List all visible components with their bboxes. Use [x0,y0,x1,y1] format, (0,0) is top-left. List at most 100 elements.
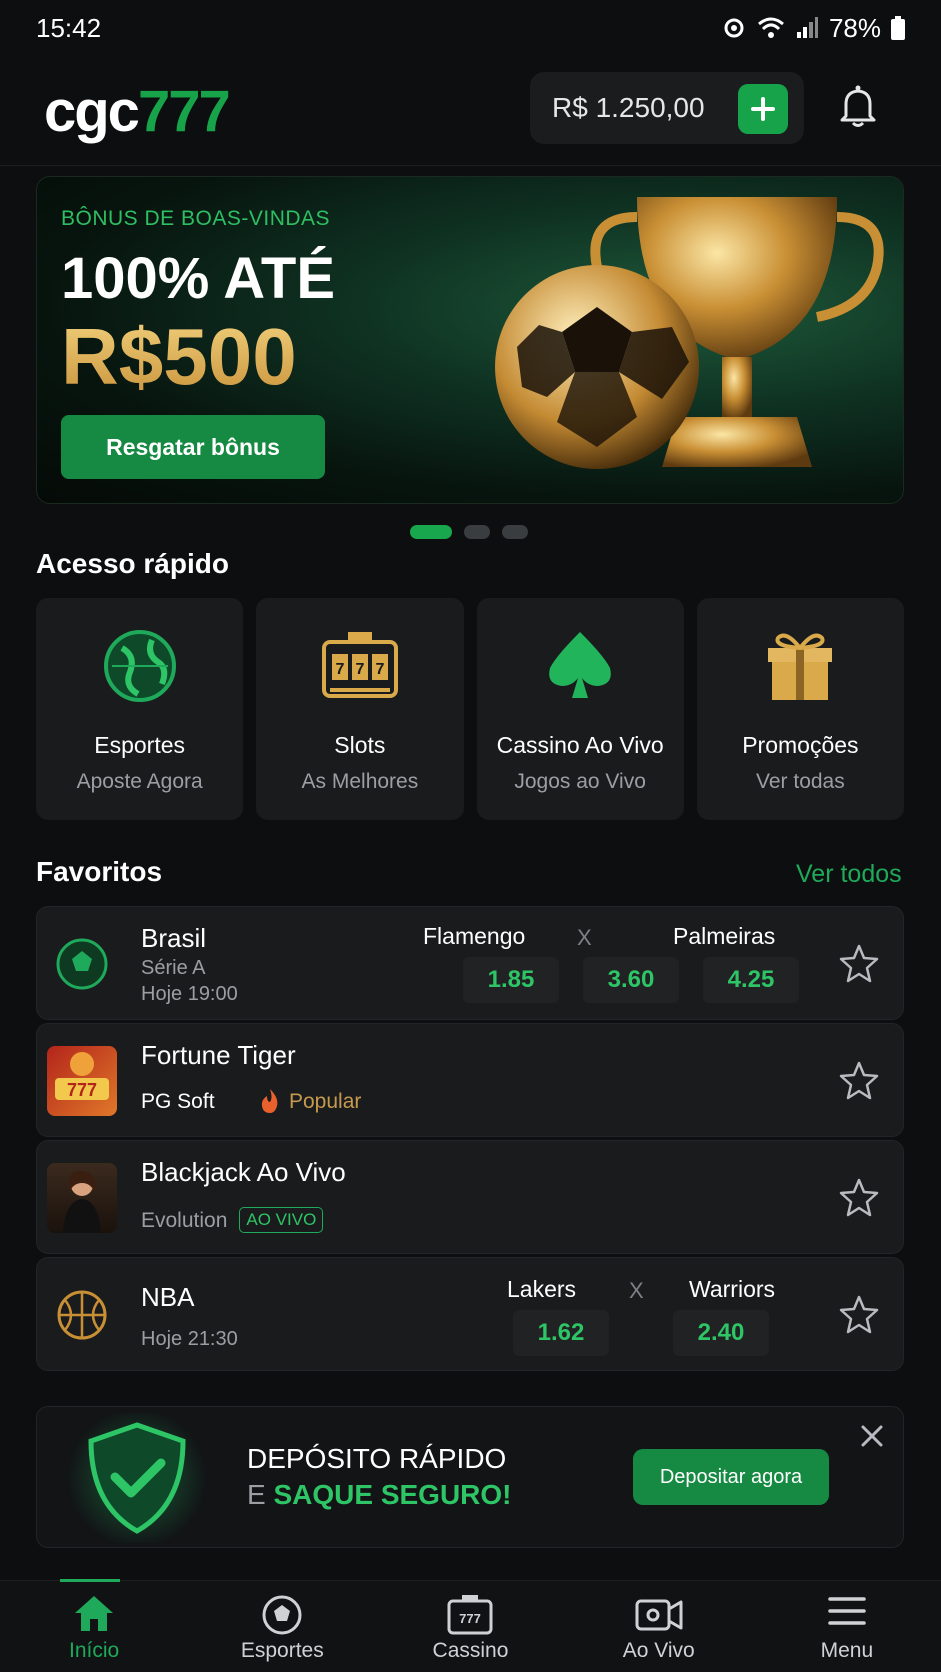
banner-headline: 100% ATÉ [61,246,335,311]
favorite-provider: Evolution [141,1209,228,1232]
promo-line1: DEPÓSITO RÁPIDO [247,1443,507,1474]
away-team: Palmeiras [673,923,776,949]
home-team: Lakers [507,1276,577,1302]
carousel-dot[interactable] [464,525,490,539]
quick-access-grid: Esportes Aposte Agora 777 Slots As Melho… [36,598,904,820]
favorite-time: Hoje 19:00 [141,983,238,1005]
favorite-item-blackjack[interactable]: Blackjack Ao Vivo Evolution AO VIVO [36,1140,904,1254]
home-team: Flamengo [423,923,526,949]
nav-menu[interactable]: Menu [753,1581,941,1672]
football-thumb [47,929,117,999]
see-all-link[interactable]: Ver todos [796,860,902,889]
nav-ao-vivo[interactable]: Ao Vivo [565,1581,753,1672]
quick-card-title: Esportes [94,732,185,758]
star-icon[interactable] [839,1060,879,1100]
star-icon[interactable] [839,943,879,983]
promo-banner[interactable]: BÔNUS DE BOAS-VINDAS 100% ATÉ R$500 Resg… [36,176,904,504]
basketball-icon [57,1290,107,1340]
svg-text:777: 777 [67,1080,97,1100]
promo-line2-highlight: SAQUE SEGURO! [273,1479,512,1510]
fortune-tiger-game-art: 777 [55,1052,109,1100]
odd-button-home[interactable]: 1.85 [463,957,559,1003]
app-header: cgc777 R$ 1.250,00 [0,60,941,166]
live-badge: AO VIVO [239,1207,324,1233]
quick-card-subtitle: Aposte Agora [76,770,203,793]
odd-button-home[interactable]: 1.62 [513,1310,609,1356]
favorite-item-nba[interactable]: NBA Hoje 21:30 Lakers X Warriors 1.62 2.… [36,1257,904,1371]
quick-card-title: Slots [334,732,386,758]
versus-label: X [629,1278,644,1303]
svg-text:777: 777 [460,1611,482,1626]
odd-button-draw[interactable]: 3.60 [583,957,679,1003]
star-icon[interactable] [839,1177,879,1217]
fire-icon [261,1089,278,1113]
carousel-dot[interactable] [410,525,452,539]
fortune-tiger-thumb: 777 [47,1046,117,1116]
slot-machine-icon: 777 [321,632,398,698]
blackjack-thumb [47,1163,117,1233]
quick-card-promocoes[interactable]: Promoções Ver todas [696,598,904,820]
battery-icon [891,16,905,40]
favorite-provider: PG Soft [141,1090,215,1113]
live-camera-icon [635,1599,683,1631]
balance-amount: R$ 1.250,00 [552,92,705,123]
favorite-name: Fortune Tiger [141,1040,296,1070]
logo[interactable]: cgc777 [44,78,231,145]
gift-icon [768,633,833,700]
wifi-icon [757,17,784,38]
close-icon[interactable] [859,1423,885,1449]
basketball-thumb [47,1280,117,1350]
quick-card-subtitle: As Melhores [301,770,419,793]
favorite-league: Série A [141,957,206,979]
nav-label: Início [68,1639,120,1662]
quick-card-esportes[interactable]: Esportes Aposte Agora [36,598,244,820]
quick-card-slots[interactable]: 777 Slots As Melhores [256,598,464,820]
battery-percent: 78% [828,12,881,43]
quick-access-title: Acesso rápido [36,548,229,579]
signal-icon [796,17,818,38]
quick-card-subtitle: Jogos ao Vivo [514,770,646,793]
nav-esportes[interactable]: Esportes [188,1581,376,1672]
shield-check-icon [67,1413,207,1543]
spade-icon [549,632,611,698]
star-icon[interactable] [839,1294,879,1334]
bottom-navigation: Início Esportes 777 Cassino Ao Vivo Menu [0,1579,941,1672]
trophy-ball-illustration [495,197,884,469]
odd-button-away[interactable]: 2.40 [673,1310,769,1356]
quick-card-subtitle: Ver todas [756,770,845,793]
nav-label: Cassino [432,1639,509,1662]
favorites-title: Favoritos [36,856,163,887]
globe-icon [103,630,176,702]
nav-label: Esportes [240,1639,324,1662]
hamburger-menu-icon [828,1597,866,1625]
carousel-dot[interactable] [502,525,528,539]
vibrate-icon [724,18,744,38]
status-bar: 15:42 78% [0,0,941,56]
favorite-item-fortune-tiger[interactable]: 777 Fortune Tiger PG Soft Popular [36,1023,904,1137]
favorite-name: Brasil [141,923,207,953]
logo-number: 777 [137,79,231,144]
away-team: Warriors [689,1276,776,1302]
popular-tag: Popular [289,1090,362,1113]
quick-card-cassino-ao-vivo[interactable]: Cassino Ao Vivo Jogos ao Vivo [476,598,684,820]
nav-inicio[interactable]: Início [0,1579,188,1672]
favorite-item-brasil[interactable]: Brasil Série A Hoje 19:00 Flamengo X Pal… [36,906,904,1020]
odd-button-away[interactable]: 4.25 [703,957,799,1003]
claim-bonus-button[interactable]: Resgatar bônus [61,415,325,479]
deposit-now-button[interactable]: Depositar agora [633,1449,829,1505]
promo-line2: E SAQUE SEGURO! [247,1479,512,1511]
notifications-button[interactable] [838,84,878,133]
nav-cassino[interactable]: 777 Cassino [376,1581,564,1672]
svg-text:7: 7 [335,661,344,678]
quick-card-title: Cassino Ao Vivo [496,732,664,758]
slot-machine-icon: 777 [447,1595,493,1635]
plus-icon [751,97,775,121]
promo-line2-prefix: E [247,1479,266,1510]
balance-pill[interactable]: R$ 1.250,00 [530,72,804,144]
home-icon [75,1596,114,1631]
quick-card-title: Promoções [742,732,859,758]
svg-text:7: 7 [355,661,364,678]
favorite-provider-row: Evolution AO VIVO [141,1207,324,1233]
add-funds-button[interactable] [738,84,788,134]
logo-text: cgc [44,79,140,144]
